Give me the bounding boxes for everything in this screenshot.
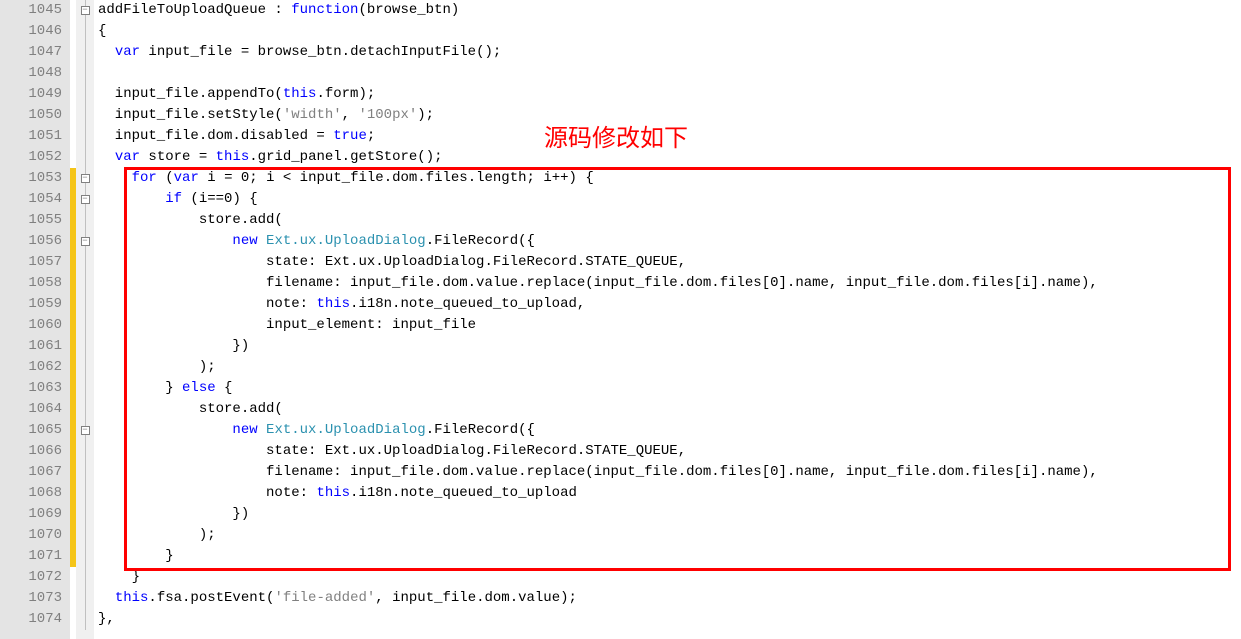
- line-number: 1057: [0, 252, 62, 273]
- code-line[interactable]: {: [94, 21, 1241, 42]
- code-line[interactable]: for (var i = 0; i < input_file.dom.files…: [94, 168, 1241, 189]
- code-line[interactable]: filename: input_file.dom.value.replace(i…: [94, 462, 1241, 483]
- fold-line: [76, 609, 94, 630]
- code-line[interactable]: [94, 63, 1241, 84]
- code-line[interactable]: new Ext.ux.UploadDialog.FileRecord({: [94, 420, 1241, 441]
- code-line[interactable]: filename: input_file.dom.value.replace(i…: [94, 273, 1241, 294]
- fold-line: [76, 273, 94, 294]
- code-line[interactable]: if (i==0) {: [94, 189, 1241, 210]
- line-number: 1047: [0, 42, 62, 63]
- fold-line: [76, 462, 94, 483]
- code-line[interactable]: );: [94, 357, 1241, 378]
- fold-line: [76, 21, 94, 42]
- line-number: 1058: [0, 273, 62, 294]
- fold-line: [76, 357, 94, 378]
- fold-line: [76, 252, 94, 273]
- fold-line: [76, 483, 94, 504]
- code-line[interactable]: input_file.setStyle('width', '100px');: [94, 105, 1241, 126]
- code-line[interactable]: input_file.dom.disabled = true;: [94, 126, 1241, 147]
- line-number: 1063: [0, 378, 62, 399]
- line-number: 1050: [0, 105, 62, 126]
- line-number: 1061: [0, 336, 62, 357]
- line-number: 1074: [0, 609, 62, 630]
- fold-line: [76, 63, 94, 84]
- line-number: 1069: [0, 504, 62, 525]
- fold-line: [76, 105, 94, 126]
- code-line[interactable]: var store = this.grid_panel.getStore();: [94, 147, 1241, 168]
- code-line[interactable]: input_element: input_file: [94, 315, 1241, 336]
- line-number: 1056: [0, 231, 62, 252]
- line-number: 1068: [0, 483, 62, 504]
- code-line[interactable]: }): [94, 336, 1241, 357]
- code-line[interactable]: }: [94, 567, 1241, 588]
- fold-line: [76, 147, 94, 168]
- fold-collapse-icon[interactable]: −: [76, 189, 94, 210]
- code-line[interactable]: store.add(: [94, 210, 1241, 231]
- line-number: 1064: [0, 399, 62, 420]
- fold-line: [76, 315, 94, 336]
- fold-line: [76, 210, 94, 231]
- line-number: 1070: [0, 525, 62, 546]
- code-line[interactable]: },: [94, 609, 1241, 630]
- line-number: 1072: [0, 567, 62, 588]
- fold-collapse-icon[interactable]: −: [76, 231, 94, 252]
- fold-collapse-icon[interactable]: −: [76, 168, 94, 189]
- line-number: 1062: [0, 357, 62, 378]
- fold-line: [76, 126, 94, 147]
- code-line[interactable]: note: this.i18n.note_queued_to_upload,: [94, 294, 1241, 315]
- fold-collapse-icon[interactable]: −: [76, 0, 94, 21]
- fold-line: [76, 294, 94, 315]
- line-number-gutter: 1045104610471048104910501051105210531054…: [0, 0, 70, 639]
- fold-line: [76, 42, 94, 63]
- line-number: 1045: [0, 0, 62, 21]
- code-line[interactable]: new Ext.ux.UploadDialog.FileRecord({: [94, 231, 1241, 252]
- line-number: 1046: [0, 21, 62, 42]
- code-line[interactable]: state: Ext.ux.UploadDialog.FileRecord.ST…: [94, 252, 1241, 273]
- fold-line: [76, 84, 94, 105]
- code-line[interactable]: } else {: [94, 378, 1241, 399]
- line-number: 1051: [0, 126, 62, 147]
- line-number: 1067: [0, 462, 62, 483]
- fold-line: [76, 399, 94, 420]
- fold-gutter[interactable]: −−−−−: [76, 0, 94, 639]
- fold-line: [76, 546, 94, 567]
- line-number: 1060: [0, 315, 62, 336]
- code-line[interactable]: input_file.appendTo(this.form);: [94, 84, 1241, 105]
- code-line[interactable]: note: this.i18n.note_queued_to_upload: [94, 483, 1241, 504]
- code-line[interactable]: }: [94, 546, 1241, 567]
- code-line[interactable]: this.fsa.postEvent('file-added', input_f…: [94, 588, 1241, 609]
- code-line[interactable]: }): [94, 504, 1241, 525]
- fold-line: [76, 588, 94, 609]
- line-number: 1053: [0, 168, 62, 189]
- line-number: 1052: [0, 147, 62, 168]
- code-line[interactable]: addFileToUploadQueue : function(browse_b…: [94, 0, 1241, 21]
- line-number: 1066: [0, 441, 62, 462]
- line-number: 1059: [0, 294, 62, 315]
- line-number: 1054: [0, 189, 62, 210]
- fold-line: [76, 378, 94, 399]
- fold-line: [76, 336, 94, 357]
- line-number: 1071: [0, 546, 62, 567]
- line-number: 1049: [0, 84, 62, 105]
- code-editor[interactable]: addFileToUploadQueue : function(browse_b…: [94, 0, 1241, 639]
- code-line[interactable]: );: [94, 525, 1241, 546]
- fold-line: [76, 441, 94, 462]
- line-number: 1065: [0, 420, 62, 441]
- fold-line: [76, 504, 94, 525]
- line-number: 1055: [0, 210, 62, 231]
- code-line[interactable]: store.add(: [94, 399, 1241, 420]
- line-number: 1073: [0, 588, 62, 609]
- line-number: 1048: [0, 63, 62, 84]
- code-line[interactable]: var input_file = browse_btn.detachInputF…: [94, 42, 1241, 63]
- fold-collapse-icon[interactable]: −: [76, 420, 94, 441]
- fold-line: [76, 525, 94, 546]
- code-line[interactable]: state: Ext.ux.UploadDialog.FileRecord.ST…: [94, 441, 1241, 462]
- fold-line: [76, 567, 94, 588]
